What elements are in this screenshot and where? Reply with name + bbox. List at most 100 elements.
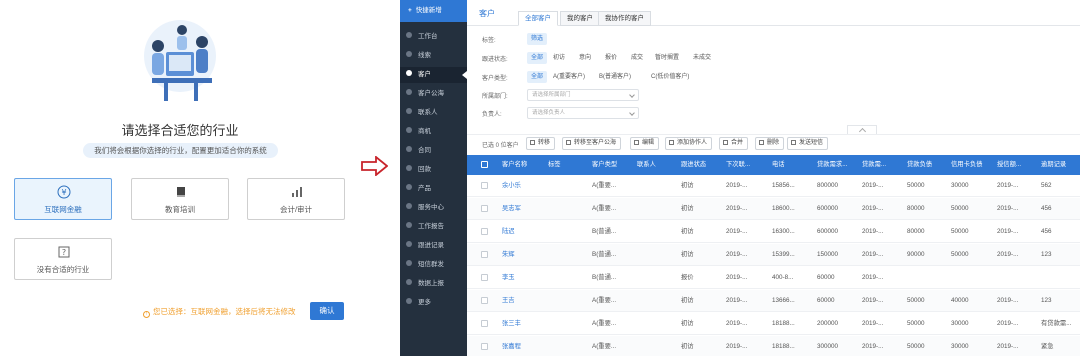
table-cell: [637, 221, 679, 242]
table-cell: 2019-...: [862, 297, 884, 304]
filter-chip[interactable]: 成交: [627, 52, 647, 64]
toolbar-button[interactable]: 删除: [755, 137, 785, 150]
column-header[interactable]: 信用卡负债: [951, 155, 995, 175]
sidebar-item[interactable]: 客户: [400, 67, 467, 83]
column-header[interactable]: 下次联...: [726, 155, 770, 175]
filter-chip[interactable]: 全部: [527, 71, 548, 83]
row-checkbox[interactable]: [481, 343, 488, 350]
table-row[interactable]: 陆迟 B(普通... 初访 2019-... 16300... 600000 2019-..…: [467, 221, 1080, 243]
customer-name-link[interactable]: 李玉: [502, 267, 546, 288]
button-icon: [634, 140, 639, 145]
filter-chip[interactable]: 初访: [549, 52, 569, 64]
row-checkbox[interactable]: [481, 182, 488, 189]
toolbar-button[interactable]: 转移至客户公海: [562, 137, 622, 150]
sidebar-item[interactable]: 回款: [400, 162, 467, 178]
table-cell: [548, 244, 590, 265]
column-header[interactable]: 贷款需...: [862, 155, 905, 175]
industry-card-accounting[interactable]: 会计/审计: [247, 178, 345, 220]
owner-select[interactable]: 请选择负责人: [527, 107, 639, 119]
column-header[interactable]: 联系人: [637, 155, 679, 175]
column-header[interactable]: 跟进状态: [681, 155, 723, 175]
table-cell: [637, 198, 679, 219]
customer-name-link[interactable]: 张嘉程: [502, 336, 546, 356]
toolbar-button-label: 发送短信: [799, 140, 824, 146]
sidebar-item[interactable]: 更多: [400, 295, 467, 311]
filter-chip[interactable]: 筛选: [527, 33, 548, 45]
confirm-button[interactable]: 确认: [310, 302, 344, 320]
column-header[interactable]: 客户类型: [592, 155, 636, 175]
filter-status: 跟进状态: 全部 初访 意向 报价 成交 暂时搁置 未成交: [467, 52, 1080, 64]
table-row[interactable]: 张嘉程 A(重要... 初访 2019-... 18188... 300000 2019-.…: [467, 336, 1080, 356]
sidebar-item[interactable]: 联系人: [400, 105, 467, 121]
sidebar-item[interactable]: 线索: [400, 48, 467, 64]
customer-name-link[interactable]: 陆迟: [502, 221, 546, 242]
sidebar-item[interactable]: 客户公海: [400, 86, 467, 102]
table-cell: 2019-...: [862, 320, 884, 327]
nav-icon: [406, 127, 412, 133]
sidebar-item[interactable]: 工作报告: [400, 219, 467, 235]
filter-chip[interactable]: C(低价值客户): [647, 71, 693, 83]
filter-chip[interactable]: A(重要客户): [549, 71, 589, 83]
table-row[interactable]: 吴志军 A(重要... 初访 2019-... 18600... 600000 2019-.…: [467, 198, 1080, 220]
filter-chip[interactable]: B(普通客户): [595, 71, 635, 83]
tab-collab-customers[interactable]: 我协作的客户: [598, 11, 651, 26]
filter-chip[interactable]: 未成交: [689, 52, 715, 64]
table-cell: 300000: [817, 343, 839, 350]
sidebar-item[interactable]: 合同: [400, 143, 467, 159]
column-header[interactable]: 贷款负债: [907, 155, 949, 175]
toolbar-button[interactable]: 合并: [719, 137, 749, 150]
sidebar-item[interactable]: 数据上报: [400, 276, 467, 292]
column-header[interactable]: 逾期记录: [1041, 155, 1080, 175]
customer-name-link[interactable]: 余小乐: [502, 175, 546, 196]
tab-all-customers[interactable]: 全部客户: [518, 11, 558, 26]
table-row[interactable]: 张三丰 A(重要... 初访 2019-... 18188... 200000 2019-.…: [467, 313, 1080, 335]
table-row[interactable]: 余小乐 A(重要... 初访 2019-... 15856... 800000 2019-.…: [467, 175, 1080, 197]
table-row[interactable]: 朱辉 B(普通... 初访 2019-... 15399... 150000 2019-..…: [467, 244, 1080, 266]
tab-my-customers[interactable]: 我的客户: [560, 11, 600, 26]
nav-icon: [406, 51, 412, 57]
sidebar-item[interactable]: 短信群发: [400, 257, 467, 273]
sidebar-item[interactable]: 商机: [400, 124, 467, 140]
toolbar-button[interactable]: 发送短信: [787, 137, 829, 150]
row-checkbox[interactable]: [481, 274, 488, 281]
column-header[interactable]: 客户名称: [502, 155, 546, 175]
table-cell: 2019-...: [862, 274, 884, 281]
column-header[interactable]: 标签: [548, 155, 590, 175]
onboarding-title: 请选择合适您的行业: [121, 123, 239, 138]
column-header[interactable]: 授信额...: [997, 155, 1039, 175]
row-checkbox[interactable]: [481, 297, 488, 304]
table-cell: 30000: [951, 343, 969, 350]
column-header[interactable]: 贷款需求...: [817, 155, 860, 175]
industry-card-none[interactable]: ? 没有合适的行业: [14, 238, 112, 280]
table-cell: 2019-...: [726, 251, 748, 258]
filter-chip[interactable]: 全部: [527, 52, 548, 64]
nav-icon: [406, 241, 412, 247]
column-header[interactable]: 电话: [772, 155, 815, 175]
row-checkbox[interactable]: [481, 228, 488, 235]
filter-chip[interactable]: 报价: [601, 52, 621, 64]
customer-name-link[interactable]: 张三丰: [502, 313, 546, 334]
sidebar-item[interactable]: 服务中心: [400, 200, 467, 216]
collapse-filters-toggle[interactable]: [847, 125, 877, 134]
select-all-checkbox[interactable]: [481, 161, 488, 168]
sidebar-item[interactable]: 产品: [400, 181, 467, 197]
customer-name-link[interactable]: 吴志军: [502, 198, 546, 219]
filter-chip[interactable]: 暂时搁置: [651, 52, 683, 64]
sidebar-item[interactable]: 跟进记录: [400, 238, 467, 254]
department-select[interactable]: 请选择所属部门: [527, 89, 639, 101]
toolbar-button[interactable]: 添加协作人: [665, 137, 713, 150]
toolbar-button[interactable]: 转移: [526, 137, 556, 150]
industry-card-education[interactable]: 教育培训: [131, 178, 229, 220]
industry-card-internet-finance[interactable]: ¥ 互联网金融: [14, 178, 112, 220]
customer-name-link[interactable]: 王吉: [502, 290, 546, 311]
sidebar-item[interactable]: 工作台: [400, 29, 467, 45]
table-row[interactable]: 王吉 A(重要... 初访 2019-... 13666... 60000 2019-...…: [467, 290, 1080, 312]
table-row[interactable]: 李玉 B(普通... 报价 2019-... 400-8... 60000 2019-...: [467, 267, 1080, 289]
filter-chip[interactable]: 意向: [575, 52, 595, 64]
row-checkbox[interactable]: [481, 205, 488, 212]
row-checkbox[interactable]: [481, 320, 488, 327]
toolbar-button[interactable]: 编辑: [630, 137, 660, 150]
customer-name-link[interactable]: 朱辉: [502, 244, 546, 265]
row-checkbox[interactable]: [481, 251, 488, 258]
quick-new-button[interactable]: + 快捷新增: [400, 0, 467, 22]
